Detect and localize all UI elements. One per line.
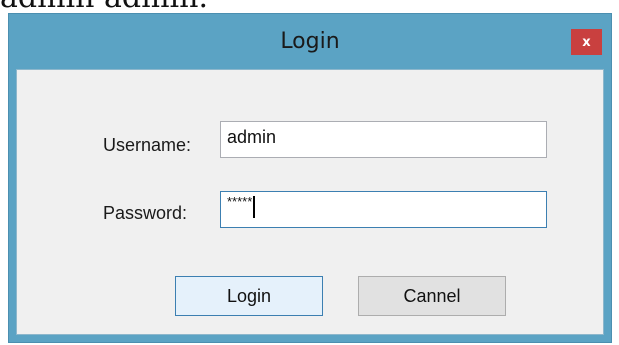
password-value: ***** (227, 194, 253, 209)
screen: admin admin. Login x Username: admin Pas… (0, 0, 619, 345)
text-caret (253, 196, 256, 218)
title-bar[interactable]: Login x (9, 14, 611, 69)
login-button-label: Login (226, 285, 272, 306)
username-input[interactable]: admin (220, 121, 547, 158)
cancel-button-label: Cannel (403, 285, 461, 306)
username-value: admin (227, 127, 277, 147)
login-dialog: Login x Username: admin Password: ***** … (8, 13, 612, 343)
dialog-client-area: Username: admin Password: ***** Login Ca… (16, 69, 604, 335)
username-label: Username: (103, 135, 192, 155)
password-input[interactable]: ***** (220, 191, 547, 228)
cancel-button[interactable]: Cannel (358, 276, 506, 316)
window-title: Login (280, 29, 340, 54)
close-icon: x (582, 34, 591, 50)
close-button[interactable]: x (571, 29, 602, 55)
login-button[interactable]: Login (175, 276, 323, 316)
password-label: Password: (103, 203, 188, 223)
